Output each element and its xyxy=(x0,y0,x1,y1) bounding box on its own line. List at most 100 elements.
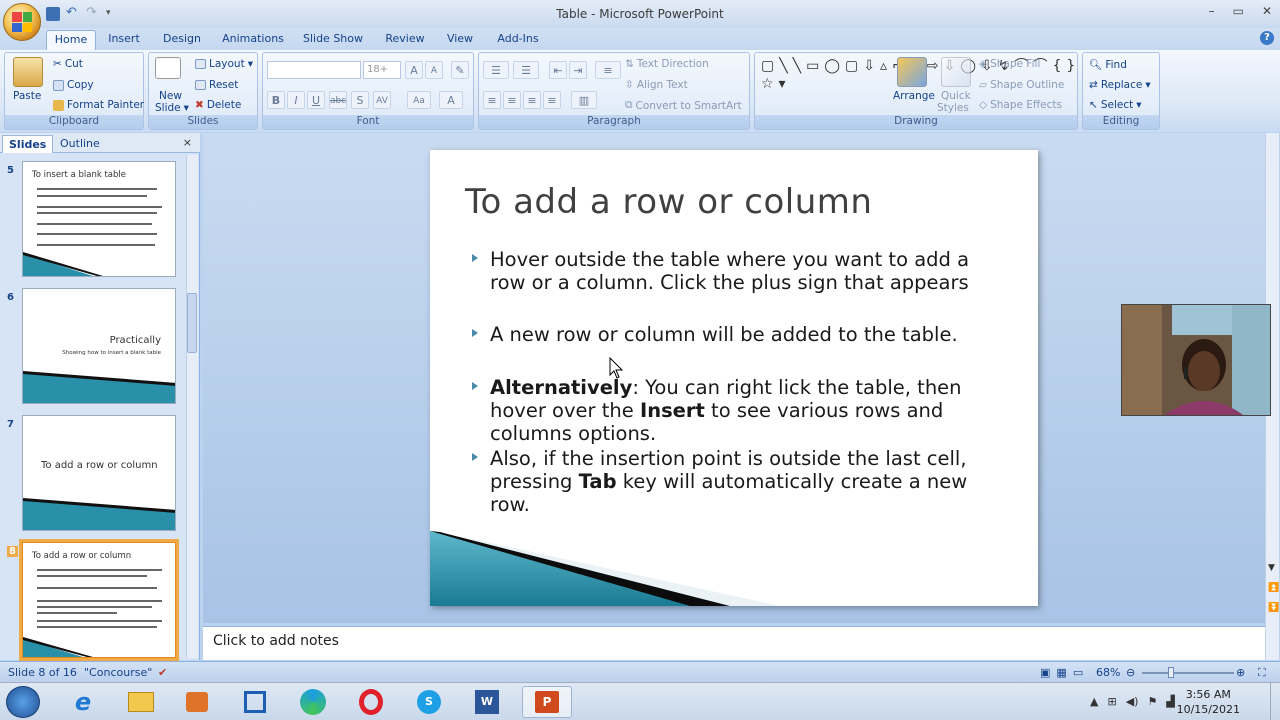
signal-icon[interactable]: ▟ xyxy=(1166,695,1174,708)
zoom-level[interactable]: 68% xyxy=(1096,666,1120,679)
bold-icon[interactable]: B xyxy=(267,91,285,109)
zoom-out-icon[interactable]: ⊖ xyxy=(1126,666,1135,679)
arrange-button[interactable]: Arrange xyxy=(893,90,935,102)
thumbnail-scrollbar[interactable] xyxy=(186,155,198,658)
char-spacing-icon[interactable]: AV xyxy=(373,91,391,109)
grow-font-icon[interactable]: A xyxy=(405,61,423,79)
slide-show-icon[interactable]: ▭ xyxy=(1073,666,1083,679)
spell-check-icon[interactable]: ✔︎ xyxy=(158,666,167,679)
skype-icon[interactable]: S xyxy=(404,686,454,718)
clear-formatting-icon[interactable]: ✎ xyxy=(451,61,469,79)
columns-icon[interactable]: ▥ xyxy=(571,91,597,109)
system-clock[interactable]: 3:56 AM 10/15/2021 xyxy=(1177,687,1240,717)
find-button[interactable]: 🔍︎ Find xyxy=(1089,58,1127,72)
format-painter-button[interactable]: Format Painter xyxy=(53,99,144,111)
font-color-icon[interactable]: A xyxy=(439,91,463,109)
tab-home[interactable]: Home xyxy=(46,30,96,50)
text-direction-button[interactable]: ⇅ Text Direction xyxy=(625,58,709,70)
tab-slide-show[interactable]: Slide Show xyxy=(300,30,366,50)
arrange-icon[interactable] xyxy=(897,57,927,87)
quick-styles-icon[interactable] xyxy=(941,57,971,87)
align-center-icon[interactable]: ≡ xyxy=(503,91,521,109)
slide-title[interactable]: To add a row or column xyxy=(465,182,872,222)
justify-icon[interactable]: ≡ xyxy=(543,91,561,109)
tab-review[interactable]: Review xyxy=(381,30,429,50)
maximize-icon[interactable]: ▭ xyxy=(1233,4,1244,18)
shape-effects-button[interactable]: ◇ Shape Effects xyxy=(979,99,1062,111)
tab-animations[interactable]: Animations xyxy=(220,30,286,50)
tab-design[interactable]: Design xyxy=(158,30,206,50)
align-right-icon[interactable]: ≡ xyxy=(523,91,541,109)
select-button[interactable]: ↖ Select ▾ xyxy=(1089,99,1142,111)
shape-outline-button[interactable]: ▱ Shape Outline xyxy=(979,79,1064,91)
edge-browser-icon[interactable] xyxy=(288,686,338,718)
copy-button[interactable]: Copy xyxy=(53,79,94,91)
quick-styles-label[interactable]: Quick xyxy=(941,90,971,102)
close-pane-icon[interactable]: × xyxy=(183,136,192,149)
slide-thumbnail-8[interactable]: To add a row or column xyxy=(19,539,179,661)
paste-button[interactable]: Paste xyxy=(13,90,41,102)
close-icon[interactable]: ✕ xyxy=(1262,4,1272,18)
previous-slide-icon[interactable]: ⏫ xyxy=(1268,583,1279,593)
shape-fill-button[interactable]: ◈ Shape Fill xyxy=(979,58,1040,70)
zoom-slider-thumb[interactable] xyxy=(1168,667,1174,678)
office-button[interactable] xyxy=(3,3,41,41)
network-icon[interactable]: ⊞ xyxy=(1107,695,1116,708)
shapes-gallery[interactable]: ▢╲╲▭◯▢⇩▵⌐▭⇨⇩◯⇩↯⌒⌒{}☆▾ xyxy=(761,57,1075,113)
underline-icon[interactable]: U xyxy=(307,91,325,109)
fit-to-window-icon[interactable]: ⛶ xyxy=(1258,666,1266,680)
internet-explorer-icon[interactable]: e xyxy=(58,686,108,718)
new-slide-icon[interactable] xyxy=(155,57,181,79)
show-desktop-button[interactable] xyxy=(1270,683,1280,720)
align-text-button[interactable]: ⇳ Align Text xyxy=(625,79,688,91)
slide-thumbnail-5[interactable]: To insert a blank table xyxy=(22,161,176,277)
font-size-box[interactable]: 18+ xyxy=(363,61,401,79)
numbering-icon[interactable]: ☰ xyxy=(513,61,539,79)
tab-slides[interactable]: Slides xyxy=(2,135,54,153)
screen-capture-icon[interactable] xyxy=(230,686,280,718)
strikethrough-icon[interactable]: abc xyxy=(329,91,347,109)
powerpoint-taskbar-icon[interactable]: P xyxy=(522,686,572,718)
replace-button[interactable]: ⇄ Replace ▾ xyxy=(1089,79,1151,91)
italic-icon[interactable]: I xyxy=(287,91,305,109)
decrease-indent-icon[interactable]: ⇤ xyxy=(549,61,567,79)
tab-insert[interactable]: Insert xyxy=(103,30,145,50)
opera-browser-icon[interactable] xyxy=(346,686,396,718)
new-slide-label-2[interactable]: Slide ▾ xyxy=(155,102,189,114)
thumbnail-scroll-thumb[interactable] xyxy=(187,293,197,353)
quick-styles-label-2[interactable]: Styles xyxy=(937,102,969,114)
increase-indent-icon[interactable]: ⇥ xyxy=(569,61,587,79)
shrink-font-icon[interactable]: A xyxy=(425,61,443,79)
next-slide-icon[interactable]: ⏬ xyxy=(1268,603,1279,613)
zoom-slider[interactable] xyxy=(1142,672,1234,674)
layout-button[interactable]: Layout ▾ xyxy=(195,58,253,70)
current-slide[interactable]: To add a row or column Hover outside the… xyxy=(430,150,1038,606)
tab-add-ins[interactable]: Add-Ins xyxy=(492,30,544,50)
new-slide-label[interactable]: New xyxy=(159,90,182,102)
convert-smartart-button[interactable]: ⧉ Convert to SmartArt xyxy=(625,99,742,112)
slide-thumbnail-7[interactable]: To add a row or column xyxy=(22,415,176,531)
tab-outline[interactable]: Outline xyxy=(54,135,106,153)
font-name-box[interactable] xyxy=(267,61,361,79)
slide-thumbnail-6[interactable]: Practically Showing how to insert a blan… xyxy=(22,288,176,404)
cut-button[interactable]: ✂ Cut xyxy=(53,58,83,70)
align-left-icon[interactable]: ≡ xyxy=(483,91,501,109)
file-explorer-icon[interactable] xyxy=(116,686,166,718)
notes-pane[interactable]: Click to add notes xyxy=(203,626,1265,660)
media-player-icon[interactable] xyxy=(172,686,222,718)
flag-icon[interactable]: ⚑ xyxy=(1147,695,1157,708)
minimize-icon[interactable]: – xyxy=(1209,4,1215,18)
change-case-icon[interactable]: Aa xyxy=(407,91,431,109)
show-hidden-icons-icon[interactable]: ▲ xyxy=(1090,695,1098,708)
normal-view-icon[interactable]: ▣ xyxy=(1040,666,1050,679)
help-icon[interactable]: ? xyxy=(1260,31,1274,45)
zoom-in-icon[interactable]: ⊕ xyxy=(1236,666,1245,679)
reset-button[interactable]: Reset xyxy=(195,79,238,91)
scroll-down-icon[interactable]: ▼ xyxy=(1268,563,1275,573)
volume-icon[interactable]: ◀) xyxy=(1126,695,1139,708)
shadow-icon[interactable]: S xyxy=(351,91,369,109)
line-spacing-icon[interactable]: ≡ xyxy=(595,61,621,79)
bullets-icon[interactable]: ☰ xyxy=(483,61,509,79)
word-icon[interactable]: W xyxy=(462,686,512,718)
paste-icon[interactable] xyxy=(13,57,43,87)
